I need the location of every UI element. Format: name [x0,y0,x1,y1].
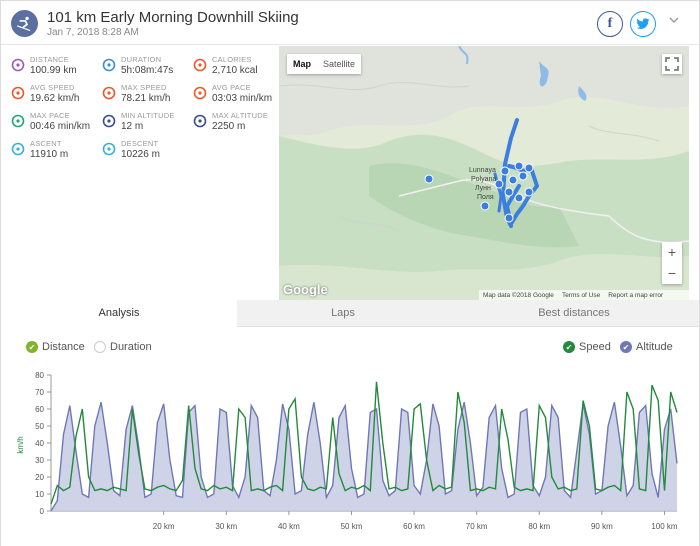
stat-label: MAX SPEED [121,83,167,92]
speedometer-icon [102,86,116,100]
analysis-tabs: Analysis Laps Best distances [1,300,699,327]
speedometer-icon [11,86,25,100]
stat-value: 100.99 km [30,65,77,76]
stat-value: 11910 m [30,149,69,160]
stopwatch-icon [102,58,116,72]
stat-label: AVG PACE [212,83,251,92]
stat-label: DESCENT [121,139,159,148]
y-tick-label: 50 [35,422,44,431]
stat-max-altitude: MAX ALTITUDE 2250 m [193,109,283,137]
stat-value: 03:03 min/km [212,93,273,104]
x-tick-label: 90 km [591,522,613,531]
y-axis-label: km/h [16,436,25,453]
more-chevron-icon[interactable] [669,13,679,27]
stat-ascent: ASCENT 11910 m [11,137,101,165]
y-tick-label: 60 [35,405,44,414]
tab-laps[interactable]: Laps [237,300,449,327]
map-tab-map[interactable]: Map [287,54,317,74]
mountain-icon [102,114,116,128]
facebook-share-button[interactable]: f [597,11,623,37]
stat-label: DISTANCE [30,55,69,64]
y-tick-label: 40 [35,439,44,448]
stat-max-speed: MAX SPEED 78.21 km/h [102,81,192,109]
stat-label: DURATION [121,55,162,64]
flame-icon [193,58,207,72]
tab-best-distances[interactable]: Best distances [449,300,699,327]
y-tick-label: 10 [35,490,44,499]
map-terrain: Lunnaya Polyana Лунн Поля [279,46,689,300]
x-tick-label: 30 km [215,522,237,531]
stat-label: MAX ALTITUDE [212,111,269,120]
stat-value: 5h:08m:47s [121,65,174,76]
stat-label: ASCENT [30,139,62,148]
zoom-control: + − [662,242,682,284]
terms-link[interactable]: Terms of Use [562,292,600,299]
stat-min-altitude: MIN ALTITUDE 12 m [102,109,192,137]
stat-avg-pace: AVG PACE 03:03 min/km [193,81,283,109]
x-tick-label: 50 km [341,522,363,531]
activity-header: 101 km Early Morning Downhill Skiing Jan… [1,1,699,45]
x-tick-label: 80 km [528,522,550,531]
map-data-text: Map data ©2018 Google [483,291,554,299]
map-attribution: Map data ©2018 Google Terms of Use Repor… [479,290,689,300]
place-label: Lunnaya [469,167,496,174]
stat-duration: DURATION 5h:08m:47s [102,53,192,81]
tab-analysis[interactable]: Analysis [1,300,237,327]
mountain-icon [193,114,207,128]
report-error-link[interactable]: Report a map error [608,292,663,299]
stat-avg-speed: AVG SPEED 19.62 km/h [11,81,101,109]
stat-label: MIN ALTITUDE [121,111,175,120]
map-type-toggle: Map Satellite [287,54,362,74]
google-logo: Google [283,282,328,297]
stat-value: 12 m [121,121,144,132]
stat-value: 2,710 kcal [212,65,258,76]
y-tick-label: 70 [35,388,44,397]
distance-icon [11,58,25,72]
place-label: Поля [477,194,494,201]
x-tick-label: 100 km [651,522,678,531]
twitter-icon [636,18,650,29]
stat-distance: DISTANCE 100.99 km [11,53,101,81]
skiing-icon [11,10,38,37]
x-tick-label: 40 km [278,522,300,531]
stat-value: 00:46 min/km [30,121,91,132]
activity-title: 101 km Early Morning Downhill Skiing [47,9,299,26]
pace-icon [11,114,25,128]
activity-date: Jan 7, 2018 8:28 AM [47,27,139,38]
pace-icon [193,86,207,100]
speed-altitude-chart[interactable]: 0 10 20 30 40 50 60 70 80 km/h 20 km 30 km 40 km 50 k… [1,327,699,546]
map-tab-satellite[interactable]: Satellite [317,54,361,74]
stat-descent: DESCENT 10226 m [102,137,192,165]
fullscreen-icon [665,57,679,71]
stat-value: 78.21 km/h [121,93,171,104]
activity-card: 101 km Early Morning Downhill Skiing Jan… [0,0,700,546]
x-tick-label: 70 km [466,522,488,531]
route-map[interactable]: Lunnaya Polyana Лунн Поля Map Satellite … [279,46,689,300]
stat-label: CALORIES [212,55,252,64]
stat-max-pace: MAX PACE 00:46 min/km [11,109,101,137]
zoom-in-button[interactable]: + [662,242,682,263]
stat-label: AVG SPEED [30,83,75,92]
facebook-icon: f [607,16,613,31]
stat-value: 2250 m [212,121,246,132]
stat-label: MAX PACE [30,111,70,120]
stats-panel: DISTANCE 100.99 km DURATION 5h:08m:47s CALOR… [1,46,279,300]
x-tick-label: 60 km [403,522,425,531]
stat-value: 19.62 km/h [30,93,80,104]
twitter-share-button[interactable] [630,11,656,37]
place-label: Polyana [471,176,496,183]
analysis-panel: ✔ Distance Duration ✔ Speed ✔ Altitude 0… [1,327,699,546]
fullscreen-button[interactable] [662,54,682,74]
zoom-out-button[interactable]: − [662,263,682,284]
y-tick-label: 30 [35,456,44,465]
descent-icon [102,142,116,156]
ascent-icon [11,142,25,156]
place-label: Лунн [475,185,491,192]
y-tick-label: 0 [40,507,45,516]
y-tick-label: 80 [35,371,44,380]
x-tick-label: 20 km [153,522,175,531]
stat-calories: CALORIES 2,710 kcal [193,53,283,81]
stat-value: 10226 m [121,149,160,160]
y-tick-label: 20 [35,473,44,482]
